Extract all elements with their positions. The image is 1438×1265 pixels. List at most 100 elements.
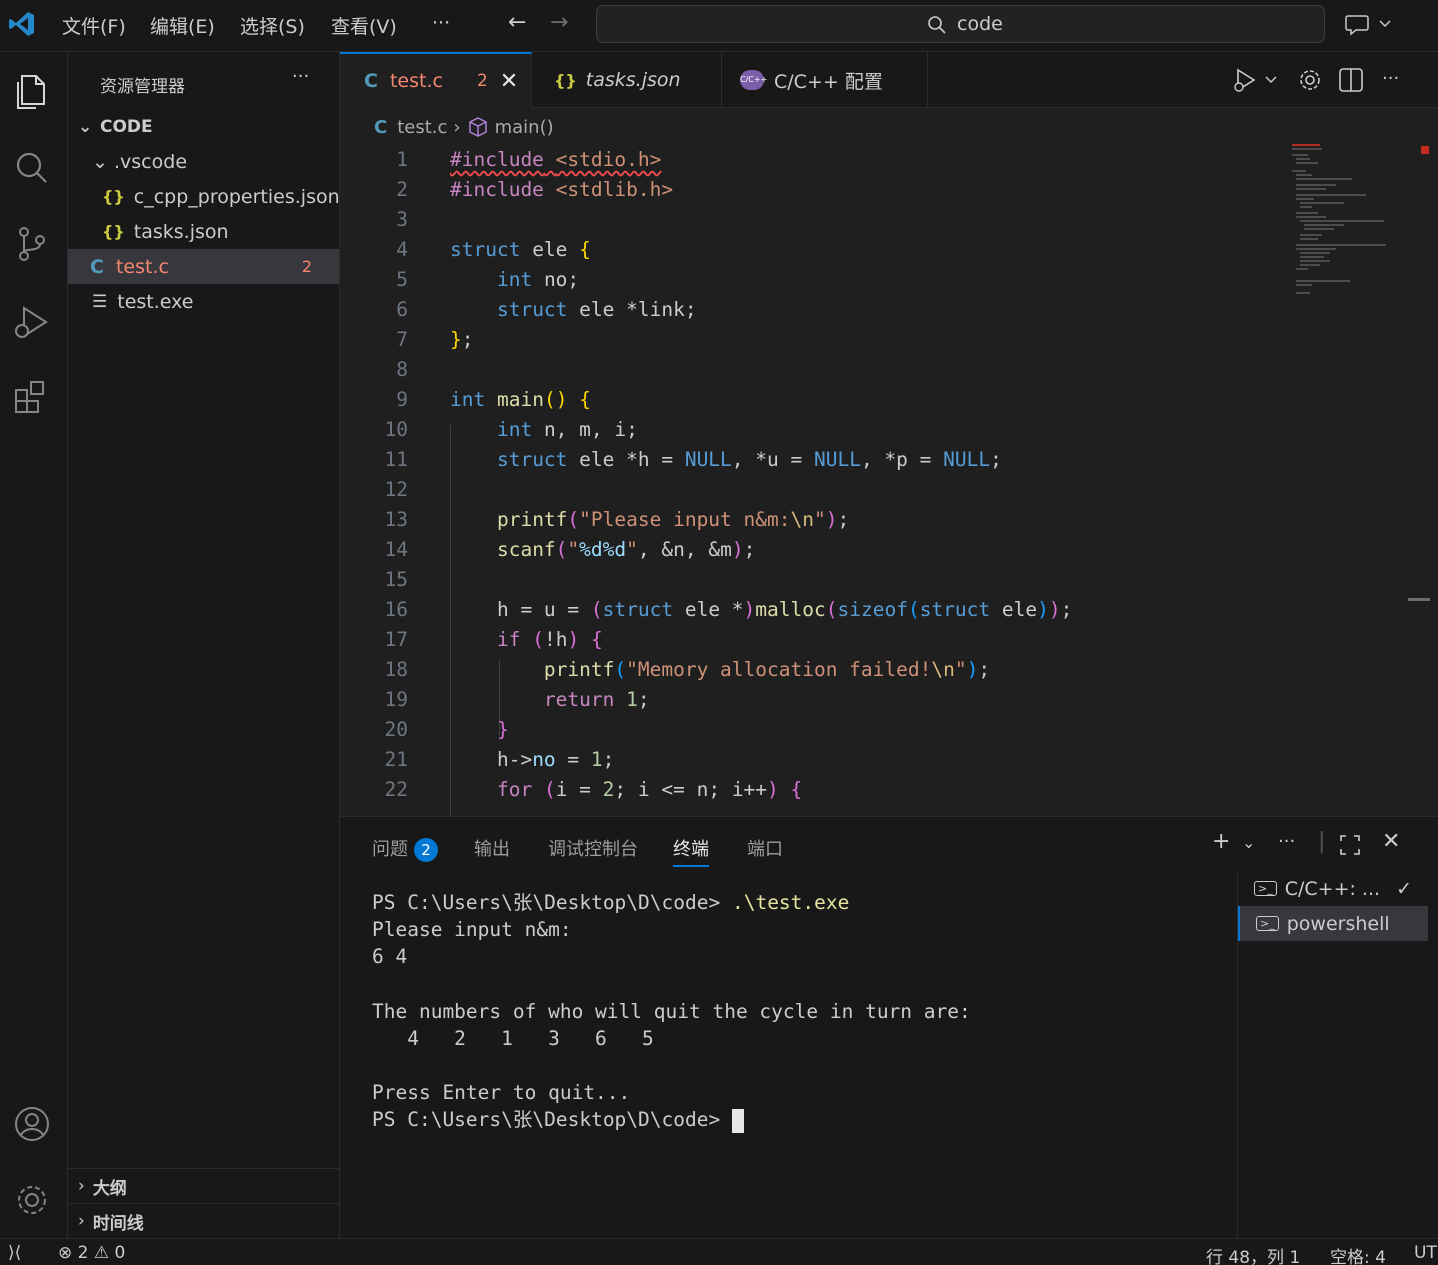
breadcrumb: C test.c › main() bbox=[374, 114, 554, 140]
file-tasks-json[interactable]: {} tasks.json bbox=[68, 214, 339, 249]
back-arrow-icon[interactable]: ← bbox=[508, 10, 526, 35]
folder-root-code[interactable]: ⌄ CODE bbox=[68, 109, 339, 144]
tab-test-c[interactable]: C test.c 2 ✕ bbox=[340, 52, 532, 108]
terminal-item-label: C/C++: ... bbox=[1284, 877, 1381, 900]
chevron-right-icon: › bbox=[78, 1211, 85, 1231]
more-actions-icon[interactable]: ··· bbox=[1278, 831, 1295, 852]
tab-output[interactable]: 输出 bbox=[474, 835, 510, 861]
tab-label: test.c bbox=[389, 70, 443, 92]
c-file-icon: C bbox=[364, 70, 378, 92]
maximize-panel-icon[interactable] bbox=[1338, 833, 1362, 857]
breadcrumb-file[interactable]: test.c bbox=[397, 117, 447, 138]
code-editor[interactable]: 1 #include <stdio.h> 2 #include <stdlib.h>… bbox=[340, 140, 1438, 816]
chevron-down-icon: ⌄ bbox=[92, 150, 108, 173]
code-line: 7}; bbox=[396, 328, 474, 351]
close-icon[interactable]: ✕ bbox=[500, 69, 518, 94]
outline-section[interactable]: › 大纲 bbox=[68, 1168, 339, 1203]
timeline-label: 时间线 bbox=[92, 1213, 144, 1234]
json-file-icon: {} bbox=[102, 222, 125, 241]
tab-ports[interactable]: 端口 bbox=[747, 835, 783, 861]
code-line: 9 int main() { bbox=[396, 388, 591, 411]
terminal-item-label: powershell bbox=[1286, 912, 1390, 935]
remote-icon[interactable]: ⟩⟨ bbox=[8, 1243, 21, 1263]
settings-gear-icon[interactable] bbox=[12, 1180, 52, 1220]
timeline-section[interactable]: › 时间线 bbox=[68, 1203, 339, 1238]
tab-tasks-json[interactable]: {} tasks.json bbox=[532, 52, 722, 108]
problems-status[interactable]: ⊗ 2 ⚠ 0 bbox=[58, 1243, 125, 1263]
terminal-item-powershell[interactable]: >_ powershell bbox=[1238, 906, 1428, 941]
split-editor-icon[interactable] bbox=[1338, 66, 1364, 94]
error-icon: ⊗ bbox=[58, 1243, 73, 1263]
code-line: 19 return 1; bbox=[384, 688, 650, 711]
breadcrumb-symbol[interactable]: main() bbox=[495, 117, 554, 138]
terminal-line: The numbers of who will quit the cycle i… bbox=[372, 999, 971, 1023]
error-count-badge: 2 bbox=[301, 257, 312, 276]
activity-bar bbox=[0, 52, 68, 1238]
terminal-line: 6 4 bbox=[372, 945, 408, 969]
terminal-cursor bbox=[731, 1108, 744, 1133]
vscode-logo-icon bbox=[9, 12, 34, 36]
new-terminal-icon[interactable]: + bbox=[1212, 829, 1230, 854]
binary-file-icon: ☰ bbox=[92, 291, 108, 312]
terminal-line: PS C:\Users\张\Desktop\D\code> .\test.exe bbox=[372, 891, 850, 914]
folder-vscode[interactable]: ⌄ .vscode bbox=[68, 144, 339, 179]
status-bar: ⟩⟨ ⊗ 2 ⚠ 0 行 48，列 1 空格: 4 UT bbox=[0, 1238, 1438, 1265]
close-panel-icon[interactable]: ✕ bbox=[1382, 829, 1400, 854]
search-icon bbox=[928, 16, 946, 34]
terminal-icon: >_ bbox=[1254, 881, 1277, 896]
error-marker bbox=[1421, 146, 1429, 154]
menu-selection[interactable]: 选择(S) bbox=[240, 12, 305, 39]
cursor-position[interactable]: 行 48，列 1 bbox=[1206, 1243, 1300, 1265]
terminal-line: 4 2 1 3 6 5 bbox=[372, 1026, 654, 1050]
menu-more[interactable]: ··· bbox=[432, 12, 450, 34]
menu-edit[interactable]: 编辑(E) bbox=[150, 12, 215, 39]
file-test-exe[interactable]: ☰ test.exe bbox=[68, 284, 339, 319]
sidebar-more-button[interactable]: ··· bbox=[292, 66, 309, 87]
title-bar: 文件(F) 编辑(E) 选择(S) 查看(V) ··· ← → code bbox=[0, 0, 1438, 52]
run-debug-icon[interactable] bbox=[12, 302, 52, 342]
chevron-down-icon: ⌄ bbox=[78, 116, 93, 137]
search-icon[interactable] bbox=[12, 148, 52, 188]
gear-icon[interactable] bbox=[1296, 66, 1324, 94]
c-file-icon: C bbox=[90, 255, 104, 278]
tab-debug-console[interactable]: 调试控制台 bbox=[548, 835, 638, 861]
chevron-down-icon[interactable]: ⌄ bbox=[1242, 833, 1255, 852]
source-control-icon[interactable] bbox=[12, 224, 52, 264]
more-actions-icon[interactable]: ··· bbox=[1382, 68, 1399, 89]
tab-problems-label: 问题 bbox=[372, 839, 408, 860]
code-line: 2 #include <stdlib.h> bbox=[396, 178, 674, 201]
c-file-icon: C bbox=[374, 116, 388, 138]
terminal-icon: >_ bbox=[1256, 916, 1279, 931]
minimap[interactable] bbox=[1290, 142, 1410, 302]
extensions-icon[interactable] bbox=[12, 376, 52, 416]
command-center-search[interactable]: code bbox=[596, 5, 1325, 43]
cpp-extension-icon: C/C++ bbox=[740, 70, 767, 90]
file-label: tasks.json bbox=[133, 220, 229, 243]
code-line: 5 int no; bbox=[396, 268, 580, 291]
explorer-icon[interactable] bbox=[12, 70, 52, 110]
chevron-right-icon: › bbox=[453, 116, 461, 138]
indentation[interactable]: 空格: 4 bbox=[1330, 1243, 1386, 1265]
bottom-panel: 问题 2 输出 调试控制台 终端 端口 + ⌄ ··· | ✕ PS C:\Use… bbox=[340, 816, 1438, 1239]
forward-arrow-icon[interactable]: → bbox=[550, 10, 568, 35]
menu-file[interactable]: 文件(F) bbox=[62, 12, 126, 39]
terminal-item-cpp[interactable]: >_ C/C++: ... ✓ bbox=[1238, 871, 1428, 906]
code-line: 3 bbox=[396, 208, 408, 231]
encoding[interactable]: UT bbox=[1414, 1243, 1437, 1263]
code-line: 6 struct ele *link; bbox=[396, 298, 697, 321]
tab-problems[interactable]: 问题 2 bbox=[372, 835, 438, 862]
menu-view[interactable]: 查看(V) bbox=[331, 12, 397, 39]
run-code-icon[interactable] bbox=[1232, 66, 1282, 94]
account-icon[interactable] bbox=[12, 1104, 52, 1144]
file-test-c[interactable]: C test.c 2 bbox=[68, 249, 339, 284]
tab-terminal[interactable]: 终端 bbox=[673, 835, 709, 867]
file-label: test.exe bbox=[117, 290, 194, 313]
file-c-cpp-properties[interactable]: {} c_cpp_properties.json bbox=[68, 179, 340, 214]
copilot-chat-icon[interactable] bbox=[1344, 10, 1394, 38]
terminal-output[interactable]: PS C:\Users\张\Desktop\D\code> .\test.exe… bbox=[372, 889, 971, 1133]
editor-tab-bar: C test.c 2 ✕ {} tasks.json C/C++ C/C++ 配… bbox=[340, 52, 1438, 108]
tab-cpp-config[interactable]: C/C++ C/C++ 配置 bbox=[722, 52, 928, 108]
terminal-line: Press Enter to quit... bbox=[372, 1081, 631, 1105]
code-line: 15 bbox=[384, 568, 408, 591]
